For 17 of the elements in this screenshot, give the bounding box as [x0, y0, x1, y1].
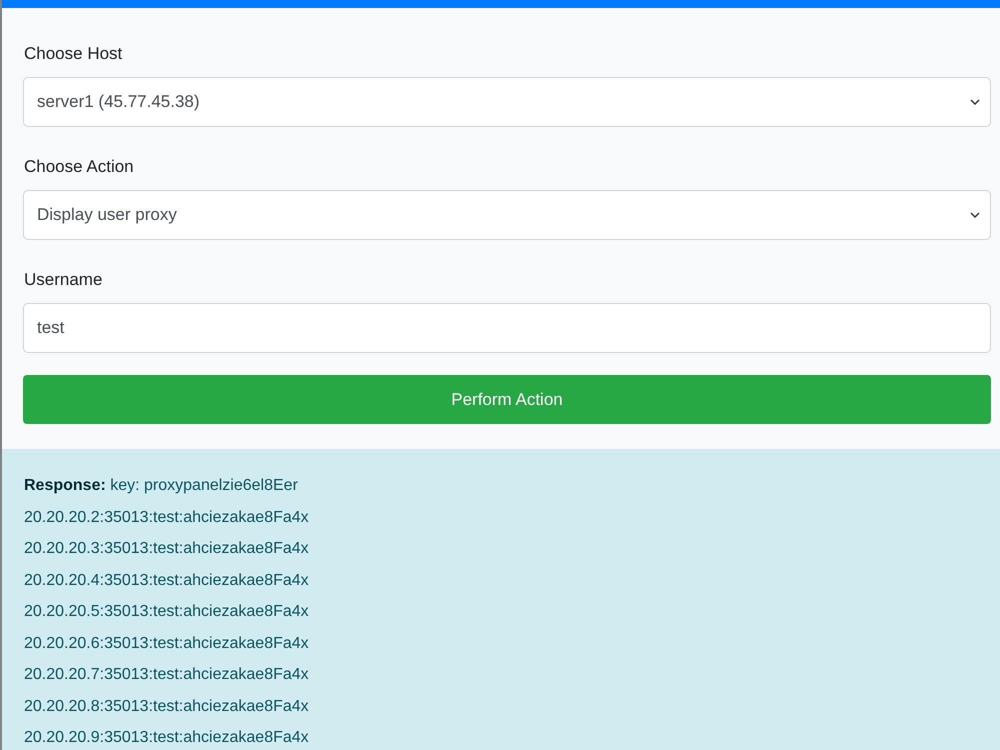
proxy-line: 20.20.20.6:35013:test:ahciezakae8Fa4x	[24, 634, 309, 654]
field-label: Choose Host	[23, 43, 124, 65]
proxy-line: 20.20.20.5:35013:test:ahciezakae8Fa4x	[24, 602, 309, 622]
response-text: Response: key: proxypanelzie6el8Eer	[24, 476, 298, 496]
field-label: Choose Action	[23, 156, 135, 178]
proxy-line: 20.20.20.2:35013:test:ahciezakae8Fa4x	[24, 508, 309, 528]
proxy-line: 20.20.20.7:35013:test:ahciezakae8Fa4x	[24, 665, 309, 685]
text-input-field[interactable]: test	[23, 303, 991, 353]
proxy-line: 20.20.20.9:35013:test:ahciezakae8Fa4x	[24, 728, 309, 748]
proxy-line: 20.20.20.8:35013:test:ahciezakae8Fa4x	[24, 696, 309, 716]
dropdown-select[interactable]: server1 (45.77.45.38)	[23, 77, 991, 127]
proxy-line: 20.20.20.3:35013:test:ahciezakae8Fa4x	[24, 539, 309, 559]
chevron-down-icon	[970, 212, 980, 218]
field-label: Username	[23, 269, 104, 291]
proxy-line: 20.20.20.4:35013:test:ahciezakae8Fa4x	[24, 570, 309, 590]
chevron-down-icon	[970, 99, 980, 105]
dropdown-select[interactable]: Display user proxy	[23, 190, 991, 240]
